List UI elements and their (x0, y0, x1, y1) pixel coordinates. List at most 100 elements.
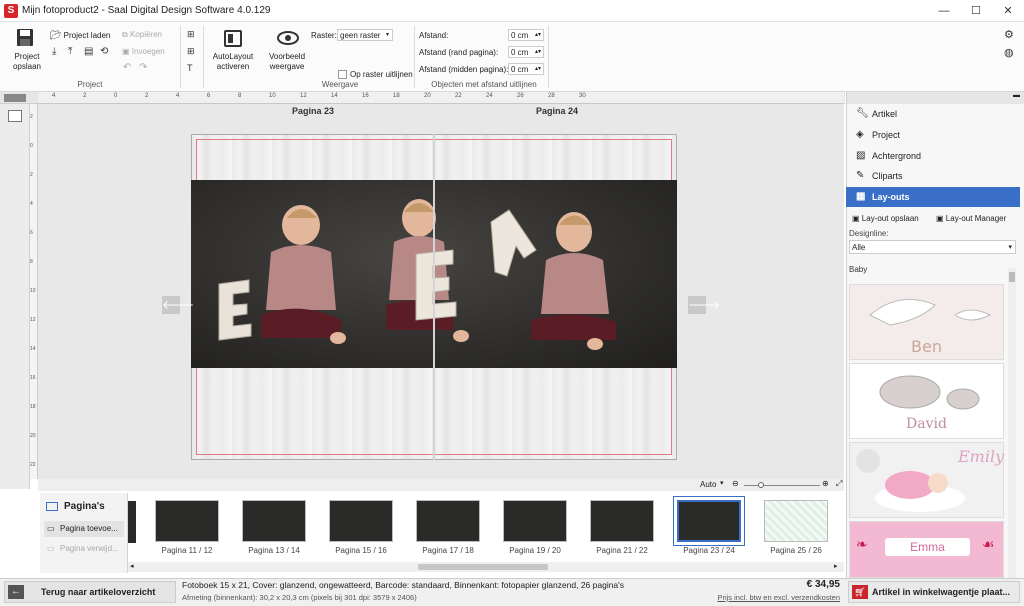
maximize-button[interactable]: ☐ (960, 0, 992, 22)
add-text-icon[interactable]: T (187, 63, 193, 73)
title-bar: S Mijn fotoproduct2 - Saal Digital Desig… (0, 0, 1024, 22)
add-page-button[interactable]: ▭ Pagina toevoe... (44, 521, 124, 537)
template-ben[interactable]: Ben (849, 284, 1004, 360)
page-label-left: Pagina 23 (292, 106, 335, 116)
autolayout-icon[interactable] (224, 30, 242, 47)
ruler-tick-label: 14 (331, 93, 338, 99)
layout-manager-button[interactable]: ▣ Lay-out Manager (936, 214, 1006, 223)
layout-manager-label: Lay-out Manager (945, 214, 1007, 223)
price-note[interactable]: Prijs incl. btw en excl. verzendkosten (690, 593, 840, 602)
import-icon[interactable]: ⤒ (68, 46, 72, 57)
ruler-tick-label: 16 (362, 93, 369, 99)
raster-dropdown[interactable]: geen raster ▾ (337, 29, 393, 41)
add-text-box-icon[interactable]: ⊞ (187, 29, 195, 40)
zoom-in-icon[interactable]: ⊕ (822, 479, 829, 488)
page-thumbnail[interactable] (329, 500, 393, 542)
load-project-label: Project laden (63, 31, 111, 40)
app-logo-icon: S (4, 4, 18, 18)
designline-dropdown[interactable]: Alle ▾ (849, 240, 1016, 254)
panel-item-project[interactable]: ◈ Project (846, 125, 1020, 145)
fit-icon[interactable]: ⤢ (836, 479, 842, 489)
right-panel-header (847, 92, 1024, 104)
page-thumbnail[interactable] (674, 497, 744, 545)
template-name: Emma (885, 538, 970, 556)
folder-icon: 📂︎ (50, 30, 62, 40)
document-icon[interactable]: ▤ (84, 46, 93, 57)
autolayout-button[interactable]: AutoLayout activeren (210, 52, 256, 72)
ruler-tick-label: 20 (424, 93, 431, 99)
gear-icon[interactable]: ⚙ (1004, 28, 1014, 41)
page-fold-line (433, 134, 435, 460)
scroll-left-icon[interactable]: ◂ (130, 562, 134, 570)
ruler-tick-label: 4 (52, 93, 56, 99)
template-david[interactable]: David (849, 363, 1004, 439)
ruler-tick-label: 2 (83, 93, 87, 99)
copy-button[interactable]: ⧉ Kopiëren (122, 30, 162, 40)
zoom-mode[interactable]: Auto (700, 480, 716, 489)
zoom-slider-handle[interactable] (758, 482, 764, 488)
afstand-midden-spinner[interactable]: 0 cm ▴▾ (508, 63, 544, 75)
page-thumbnail[interactable] (764, 500, 828, 542)
ruler-tick-label: 10 (30, 288, 36, 294)
undo-history-icon[interactable]: ⟲ (100, 46, 108, 57)
save-project-button[interactable] (14, 28, 36, 48)
panel-item-achtergrond[interactable]: ▨ Achtergrond (846, 146, 1020, 166)
remove-page-button[interactable]: ▭ Pagina verwijd... (44, 541, 124, 557)
zoom-out-icon[interactable]: ⊖ (732, 479, 739, 488)
back-to-overview-button[interactable]: ← Terug naar artikeloverzicht (4, 581, 176, 603)
template-scrollbar[interactable] (1008, 268, 1016, 578)
afstand-spinner[interactable]: 0 cm ▴▾ (508, 29, 544, 41)
template-emma[interactable]: Emma ❧ ☙ (849, 521, 1004, 578)
ruler-tick-label: 22 (455, 93, 462, 99)
afstand-midden-label: Afstand (midden pagina): (419, 65, 509, 74)
ribbon-separator (180, 26, 181, 88)
page-thumbnail[interactable] (242, 500, 306, 542)
scroll-right-icon[interactable]: ▸ (834, 562, 838, 570)
zoom-slider-track[interactable] (744, 485, 820, 486)
template-emily[interactable]: Emily (849, 442, 1004, 518)
page-thumbnail[interactable] (590, 500, 654, 542)
preview-label-2: weergave (269, 62, 305, 71)
category-label: Baby (849, 265, 868, 274)
snap-checkbox[interactable] (338, 70, 347, 79)
horizontal-scrollbar[interactable]: ◂ ▸ (128, 562, 844, 572)
template-name: Ben (911, 337, 942, 356)
panel-item-layouts[interactable]: ▦ Lay-outs (846, 187, 1020, 207)
image-tool-icon[interactable] (8, 110, 22, 122)
export-icon[interactable]: ⤓ (52, 46, 56, 57)
preview-button[interactable]: Voorbeeld weergave (264, 52, 310, 72)
globe-icon[interactable]: ◍ (1004, 46, 1014, 59)
close-button[interactable]: ✕ (992, 0, 1024, 22)
load-project-button[interactable]: 📂︎ Project laden (50, 30, 110, 41)
page-thumbnail[interactable] (503, 500, 567, 542)
add-image-box-icon[interactable]: ⊞ (187, 46, 195, 57)
page-thumbnail[interactable] (155, 500, 219, 542)
redo-icon[interactable]: ↷ (139, 62, 147, 73)
minimize-panel-icon[interactable]: ▬ (1013, 92, 1020, 99)
ruler-tick-label: 18 (30, 404, 36, 410)
undo-icon[interactable]: ↶ (123, 62, 131, 73)
snap-label: Op raster uitlijnen (350, 70, 413, 79)
panel-item-artikel[interactable]: 🔧︎ Artikel (846, 104, 1020, 124)
afstand-rand-spinner[interactable]: 0 cm ▴▾ (508, 46, 544, 58)
autolayout-label-1: AutoLayout (212, 52, 254, 61)
paste-icon: ▣ (122, 47, 130, 56)
preview-eye-icon[interactable] (277, 30, 299, 46)
panel-item-cliparts[interactable]: ✎ Cliparts (846, 166, 1020, 186)
paste-button[interactable]: ▣ Invoegen (122, 47, 165, 56)
save-project-label[interactable]: Project opslaan (12, 52, 42, 72)
scrollbar-thumb[interactable] (418, 564, 548, 570)
next-page-arrow-icon[interactable]: 🡒 (688, 296, 720, 314)
save-layout-button[interactable]: ▣ Lay-out opslaan (852, 214, 919, 223)
template-scrollbar-thumb[interactable] (1009, 272, 1015, 282)
prev-page-arrow-icon[interactable]: 🡐 (162, 296, 194, 314)
ruler-tick-label: 12 (300, 93, 307, 99)
minimize-button[interactable]: — (928, 0, 960, 22)
collapse-panel-icon[interactable] (4, 94, 26, 102)
add-to-cart-button[interactable]: 🛒︎ Artikel in winkelwagentje plaat... (848, 581, 1020, 603)
chevron-down-icon[interactable]: ▾ (720, 479, 724, 487)
ruler-tick-label: 6 (207, 93, 211, 99)
ruler-tick-label: 22 (30, 462, 36, 468)
page-thumbnail[interactable] (416, 500, 480, 542)
chevron-down-icon: ▾ (1008, 244, 1012, 251)
